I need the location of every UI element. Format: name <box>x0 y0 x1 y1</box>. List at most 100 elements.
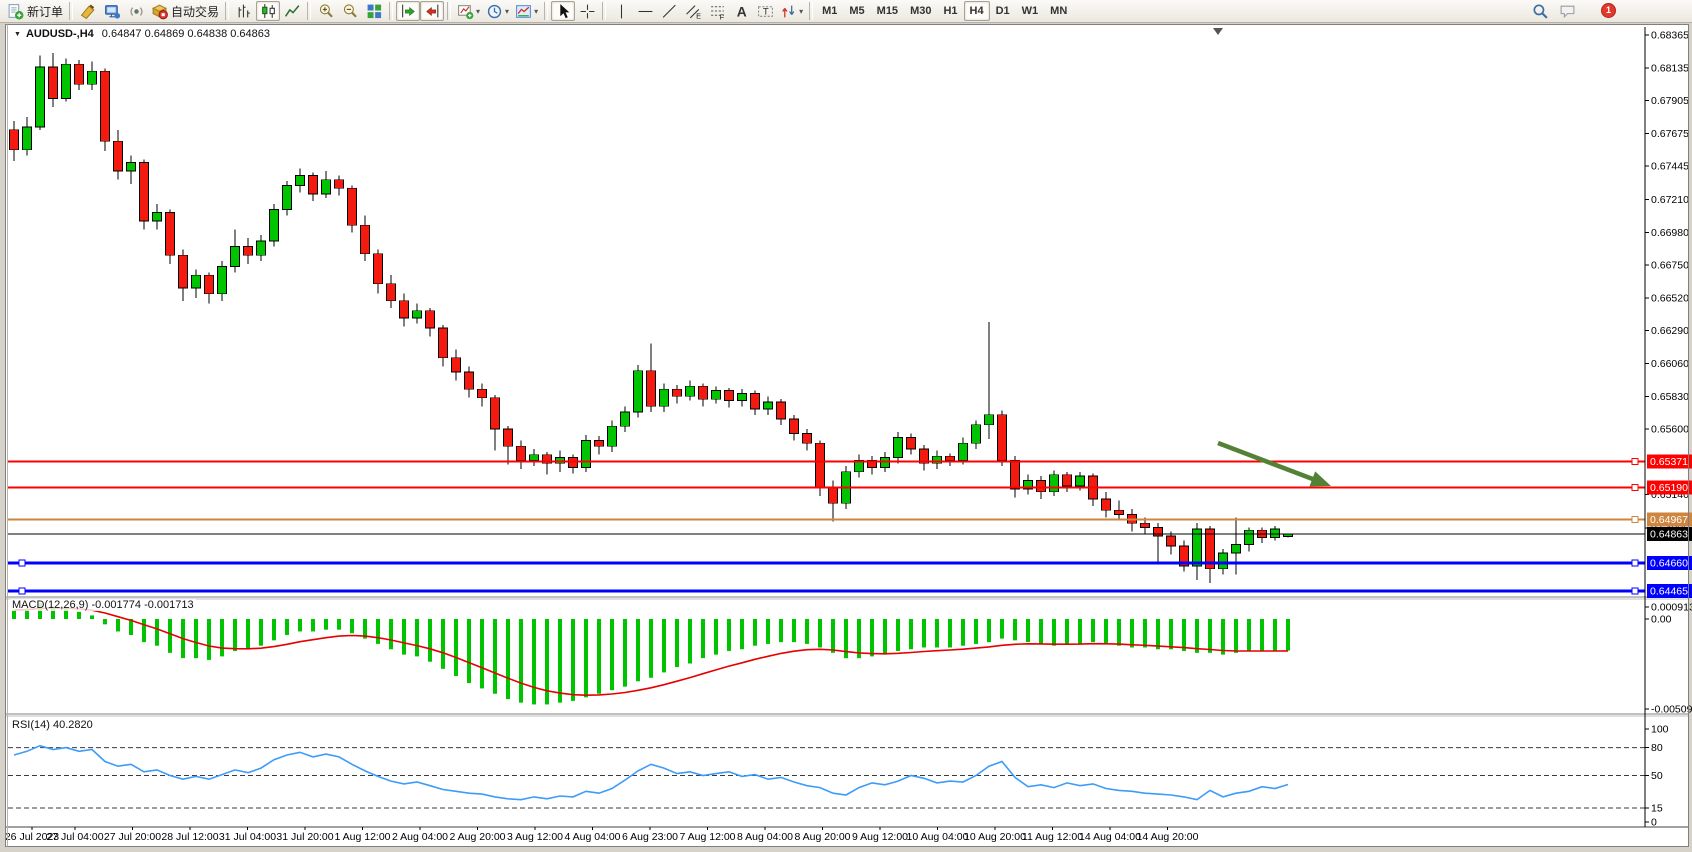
text-label-button[interactable]: T <box>753 1 777 21</box>
crosshair-button[interactable] <box>575 1 599 21</box>
auto-scroll-button[interactable] <box>396 1 420 21</box>
chat-bubble-icon <box>1559 3 1576 20</box>
zoom-in-button[interactable] <box>314 1 338 21</box>
arrows-button[interactable]: ▾ <box>777 1 806 21</box>
zoom-out-icon <box>342 3 359 20</box>
toolbar-separator <box>602 2 606 20</box>
timeframe-m5[interactable]: M5 <box>843 1 870 21</box>
svg-text:6 Aug 23:00: 6 Aug 23:00 <box>622 831 678 843</box>
notification-badge: 1 <box>1601 3 1616 18</box>
cursor-icon <box>555 3 572 20</box>
timeframe-m15[interactable]: M15 <box>871 1 904 21</box>
timeframe-h4[interactable]: H4 <box>964 1 990 21</box>
chart-ohlc-readout: 0.64847 0.64869 0.64838 0.64863 <box>102 28 270 40</box>
cursor-button[interactable] <box>551 1 575 21</box>
toolbar-right: 1 <box>1528 1 1582 22</box>
svg-text:2 Aug 20:00: 2 Aug 20:00 <box>449 831 505 843</box>
one-click-trading-toggle[interactable]: ▼ <box>14 31 21 38</box>
svg-text:0.65371: 0.65371 <box>1650 456 1688 468</box>
dropdown-arrow-icon: ▾ <box>505 7 509 16</box>
expert-advisors-button[interactable] <box>100 1 124 21</box>
toolbar-separator <box>447 2 451 20</box>
arrows-icon <box>780 3 797 20</box>
text-button[interactable]: A <box>729 1 753 21</box>
svg-text:0.67210: 0.67210 <box>1651 194 1689 206</box>
chart-symbol-period: AUDUSD-,H4 <box>26 28 94 40</box>
line-chart-icon <box>284 3 301 20</box>
periods-button[interactable]: ▾ <box>483 1 512 21</box>
svg-text:11 Aug 12:00: 11 Aug 12:00 <box>1022 831 1083 843</box>
auto-scroll-icon <box>400 3 417 20</box>
search-button[interactable] <box>1528 2 1552 22</box>
channel-icon: E <box>685 3 702 20</box>
svg-text:0.68135: 0.68135 <box>1651 62 1689 74</box>
svg-text:0.65190: 0.65190 <box>1650 482 1688 494</box>
timeframe-w1[interactable]: W1 <box>1016 1 1045 21</box>
svg-text:0.66060: 0.66060 <box>1651 358 1689 370</box>
timeframe-mn[interactable]: MN <box>1044 1 1073 21</box>
text-label-icon: T <box>757 3 774 20</box>
new-order-button-label: 新订单 <box>27 3 63 20</box>
new-chart-button[interactable]: ▾ <box>454 1 483 21</box>
templates-icon <box>515 3 532 20</box>
svg-text:9 Aug 12:00: 9 Aug 12:00 <box>852 831 908 843</box>
dropdown-arrow-icon: ▾ <box>799 7 803 16</box>
timeframe-d1[interactable]: D1 <box>990 1 1016 21</box>
tile-windows-button[interactable] <box>362 1 386 21</box>
styles-button[interactable] <box>76 1 100 21</box>
fibonacci-icon: F <box>709 3 726 20</box>
svg-text:0.00: 0.00 <box>1651 614 1672 626</box>
svg-text:15: 15 <box>1651 803 1663 815</box>
timeframe-h1[interactable]: H1 <box>937 1 963 21</box>
toolbar-separator <box>69 2 73 20</box>
svg-text:0.67445: 0.67445 <box>1651 161 1689 173</box>
autotrading-button[interactable]: 自动交易 <box>148 1 222 21</box>
toolbar-separator <box>307 2 311 20</box>
horizontal-line-button[interactable] <box>633 1 657 21</box>
svg-text:80: 80 <box>1651 742 1663 754</box>
svg-text:0.64967: 0.64967 <box>1650 514 1688 526</box>
trendline-button[interactable] <box>657 1 681 21</box>
vertical-line-icon <box>613 3 630 20</box>
svg-text:T: T <box>762 6 768 17</box>
new-order-icon <box>7 3 24 20</box>
svg-text:0.64660: 0.64660 <box>1650 558 1688 570</box>
horizontal-line-icon <box>637 3 654 20</box>
toolbar-separator <box>544 2 548 20</box>
bar-chart-button[interactable] <box>232 1 256 21</box>
svg-text:14 Aug 04:00: 14 Aug 04:00 <box>1079 831 1141 843</box>
fibonacci-button[interactable]: F <box>705 1 729 21</box>
svg-text:0.000913: 0.000913 <box>1651 602 1692 614</box>
chart-canvas[interactable]: 0.683650.681350.679050.676750.674450.672… <box>0 0 1692 852</box>
svg-text:27 Jul 04:00: 27 Jul 04:00 <box>46 831 103 843</box>
svg-text:2 Aug 04:00: 2 Aug 04:00 <box>392 831 448 843</box>
svg-text:14 Aug 20:00: 14 Aug 20:00 <box>1137 831 1199 843</box>
candlestick-chart-button[interactable] <box>256 1 280 21</box>
svg-text:0.67905: 0.67905 <box>1651 95 1689 107</box>
new-order-button[interactable]: 新订单 <box>4 1 66 21</box>
equidistant-channel-button[interactable]: E <box>681 1 705 21</box>
line-chart-button[interactable] <box>280 1 304 21</box>
svg-text:10 Aug 04:00: 10 Aug 04:00 <box>907 831 969 843</box>
svg-text:0.66750: 0.66750 <box>1651 260 1689 272</box>
templates-button[interactable]: ▾ <box>512 1 541 21</box>
timeframe-m30[interactable]: M30 <box>904 1 937 21</box>
svg-text:0.64465: 0.64465 <box>1650 585 1688 597</box>
svg-text:0.65600: 0.65600 <box>1651 424 1689 436</box>
text-icon: A <box>733 3 750 20</box>
toolbar-separator <box>389 2 393 20</box>
notifications-button[interactable]: 1 <box>1552 2 1582 22</box>
dropdown-arrow-icon: ▾ <box>476 7 480 16</box>
tile-windows-icon <box>366 3 383 20</box>
svg-text:0.66290: 0.66290 <box>1651 325 1689 337</box>
bar-chart-icon <box>236 3 253 20</box>
chart-shift-button[interactable] <box>420 1 444 21</box>
signals-button[interactable] <box>124 1 148 21</box>
svg-text:0: 0 <box>1651 817 1657 829</box>
mt4-terminal: { "toolbar": { "notification_count": "1"… <box>0 0 1692 852</box>
new-chart-icon <box>457 3 474 20</box>
zoom-out-button[interactable] <box>338 1 362 21</box>
svg-text:0.64863: 0.64863 <box>1650 529 1688 541</box>
timeframe-m1[interactable]: M1 <box>816 1 843 21</box>
vertical-line-button[interactable] <box>609 1 633 21</box>
